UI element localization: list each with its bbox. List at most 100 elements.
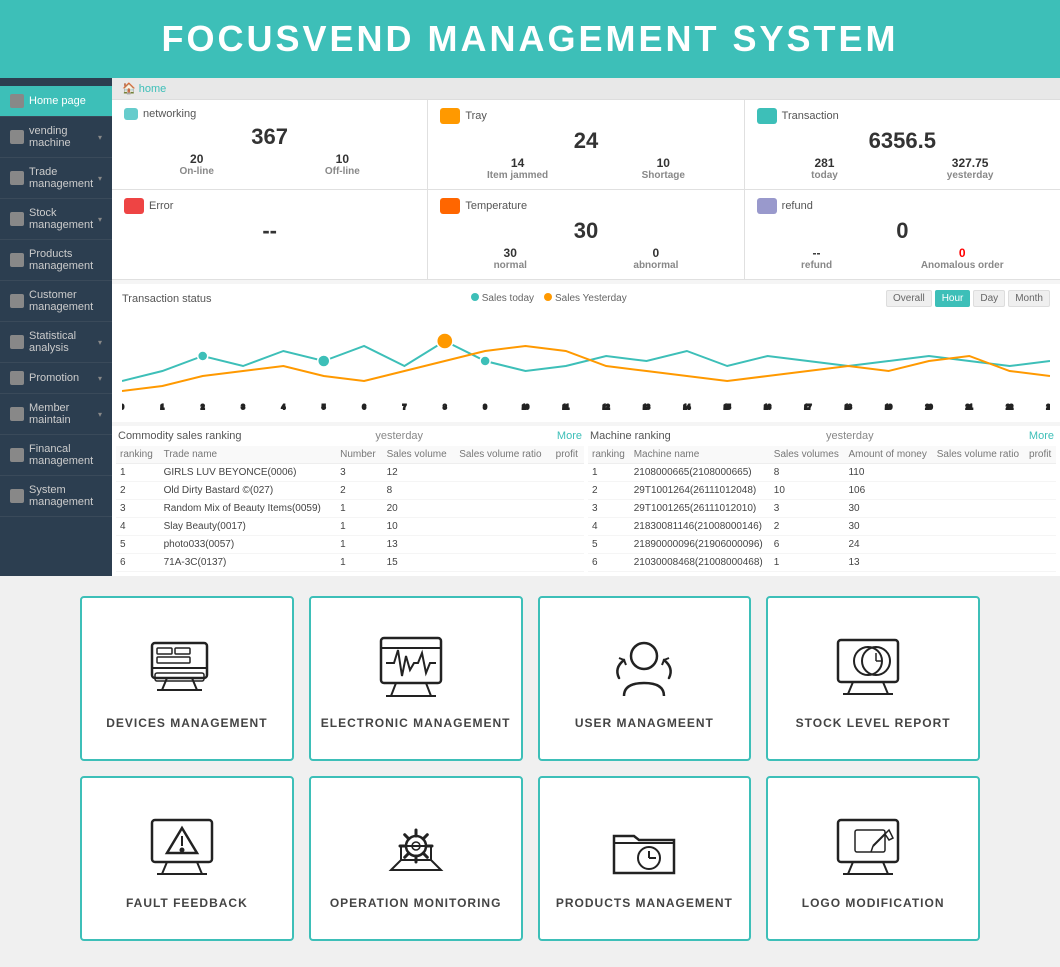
commodity-table-yesterday: yesterday (375, 430, 423, 442)
anomalous-label: Anomalous order (921, 260, 1004, 271)
chevron-down-icon: ▾ (98, 338, 102, 347)
vending-icon (10, 130, 24, 144)
machine-table: ranking Machine name Sales volumes Amoun… (588, 446, 1056, 572)
card-fault-feedback[interactable]: FAULT FEEDBACK (80, 776, 294, 941)
commodity-more-link[interactable]: More (557, 430, 582, 442)
commodity-table-section: Commodity sales ranking yesterday More r… (116, 430, 584, 572)
shortage-val: 10 (642, 156, 685, 170)
stats-temperature: Temperature 30 30 normal 0 abnormal (428, 190, 744, 279)
sidebar-label-vending: vending machine (29, 125, 98, 149)
mcol-amount: Amount of money (844, 446, 932, 464)
stats-row-1: networking 367 20 On-line 10 Off-line (112, 100, 1060, 190)
sidebar-item-member[interactable]: Member maintain ▾ (0, 394, 112, 435)
transaction-chart: 0 1 2 3 4 5 6 7 8 9 10 11 12 13 14 15 16 (122, 311, 1050, 411)
sidebar-item-customer[interactable]: Customer management (0, 281, 112, 322)
svg-text:1: 1 (161, 405, 165, 411)
trade-icon (10, 171, 24, 185)
cards-container: DEVICES MANAGEMENT ELECTRONIC MANAGEMEN (0, 576, 1060, 961)
sidebar-item-products[interactable]: Products management (0, 240, 112, 281)
card-user-management[interactable]: USER MANAGMEENT (538, 596, 752, 761)
chart-point-today2 (318, 355, 330, 367)
sidebar-item-vending[interactable]: vending machine ▾ (0, 117, 112, 158)
customer-icon (10, 294, 24, 308)
chevron-down-icon: ▾ (98, 410, 102, 419)
tray-icon (440, 108, 460, 124)
card-operation-monitoring[interactable]: OPERATION MONITORING (309, 776, 523, 941)
svg-text:11: 11 (563, 405, 570, 411)
svg-text:8: 8 (443, 405, 447, 411)
legend-yesterday: Sales Yesterday (555, 293, 627, 304)
promotion-icon (10, 371, 24, 385)
table-row: 4Slay Beauty(0017)110 (116, 518, 584, 536)
sidebar-item-stock[interactable]: Stock management ▾ (0, 199, 112, 240)
sidebar-item-system[interactable]: System management (0, 476, 112, 517)
table-row: 12108000665(2108000665)8110 (588, 464, 1056, 482)
chart-point-yesterday (437, 333, 453, 349)
svg-text:4: 4 (282, 405, 286, 411)
sidebar-label-member: Member maintain (29, 402, 98, 426)
svg-text:13: 13 (643, 405, 650, 411)
table-row: 229T1001264(26111012048)10106 (588, 482, 1056, 500)
sidebar-item-statistical[interactable]: Statistical analysis ▾ (0, 322, 112, 363)
card-logo-modification[interactable]: LOGO MODIFICATION (766, 776, 980, 941)
user-management-icon (604, 628, 684, 708)
tab-overall[interactable]: Overall (886, 290, 932, 307)
svg-text:9: 9 (483, 405, 487, 411)
table-row: 1GIRLS LUV BEYONCE(0006)312 (116, 464, 584, 482)
transaction-icon (757, 108, 777, 124)
chart-tabs: Overall Hour Day Month (886, 290, 1050, 307)
svg-text:17: 17 (805, 405, 812, 411)
error-icon (124, 198, 144, 214)
today-label: today (811, 170, 838, 181)
chart-title: Transaction status (122, 293, 211, 305)
table-row: 521890000096(21906000096)624 (588, 536, 1056, 554)
card-stock-level-report[interactable]: STOCK LEVEL REPORT (766, 596, 980, 761)
online-label: On-line (179, 166, 213, 177)
transaction-total: 6356.5 (757, 128, 1048, 154)
sidebar-item-trade[interactable]: Trade management ▾ (0, 158, 112, 199)
stats-transaction: Transaction 6356.5 281 today 327.75 yest… (745, 100, 1060, 189)
today-val: 281 (811, 156, 838, 170)
tab-day[interactable]: Day (973, 290, 1005, 307)
logo-modification-icon (833, 808, 913, 888)
sidebar-item-financial[interactable]: Financal management (0, 435, 112, 476)
sidebar-item-promotion[interactable]: Promotion ▾ (0, 363, 112, 394)
table-row: 5photo033(0057)113 (116, 536, 584, 554)
error-total: -- (124, 218, 415, 244)
col-profit: profit (552, 446, 584, 464)
financial-icon (10, 448, 24, 462)
table-row: 329T1001265(26111012010)330 (588, 500, 1056, 518)
svg-text:2: 2 (201, 405, 205, 411)
sidebar-item-home[interactable]: Home page (0, 86, 112, 117)
tab-month[interactable]: Month (1008, 290, 1050, 307)
home-icon (10, 94, 24, 108)
table-row: 421830081146(21008000146)230 (588, 518, 1056, 536)
card-products-management[interactable]: PRODUCTS MANAGEMENT (538, 776, 752, 941)
dashboard-container: Home page vending machine ▾ Trade manage… (0, 78, 1060, 576)
mcol-name: Machine name (630, 446, 770, 464)
member-icon (10, 407, 24, 421)
chart-point-today (198, 351, 208, 361)
card-electronic-management[interactable]: ELECTRONIC MANAGEMENT (309, 596, 523, 761)
app-header: FOCUSVEND MANAGEMENT SYSTEM (0, 0, 1060, 78)
operation-monitoring-icon (376, 808, 456, 888)
anomalous-val: 0 (921, 246, 1004, 260)
tab-hour[interactable]: Hour (935, 290, 971, 307)
products-icon (10, 253, 24, 267)
svg-text:16: 16 (764, 405, 771, 411)
sidebar-label-financial: Financal management (29, 443, 102, 467)
chart-area: Transaction status Sales today Sales Yes… (112, 284, 1060, 422)
stats-error: Error -- (112, 190, 428, 279)
table-row: 621030008468(21008000468)113 (588, 554, 1056, 572)
card-devices-management[interactable]: DEVICES MANAGEMENT (80, 596, 294, 761)
cards-row-1: DEVICES MANAGEMENT ELECTRONIC MANAGEMEN (80, 596, 980, 761)
electronic-management-icon (376, 628, 456, 708)
chart-point-today3 (480, 356, 490, 366)
sidebar-label-stock: Stock management (29, 207, 98, 231)
chevron-down-icon: ▾ (98, 215, 102, 224)
normal-label: normal (494, 260, 527, 271)
cards-row-2: FAULT FEEDBACK (80, 776, 980, 941)
machine-table-yesterday: yesterday (826, 430, 874, 442)
svg-text:0: 0 (122, 405, 124, 411)
machine-more-link[interactable]: More (1029, 430, 1054, 442)
